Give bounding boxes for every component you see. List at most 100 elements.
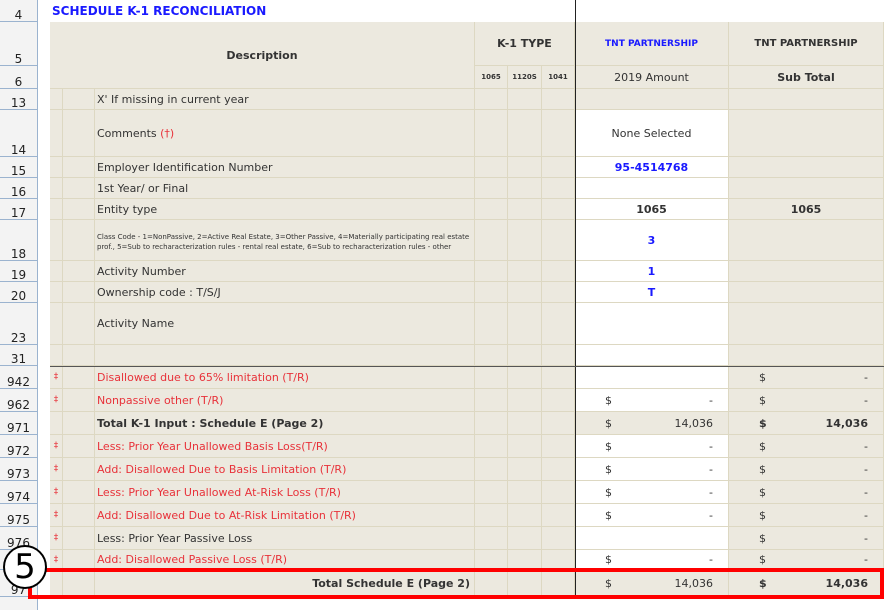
- row-number[interactable]: 15: [0, 157, 37, 178]
- amount-cell[interactable]: None Selected: [575, 110, 729, 157]
- k1-1120s-cell[interactable]: [508, 220, 542, 261]
- k1-1065-cell[interactable]: [475, 261, 508, 282]
- k1-1041-cell[interactable]: [542, 435, 575, 458]
- k1-1065-cell[interactable]: [475, 220, 508, 261]
- row-number[interactable]: 18: [0, 220, 37, 261]
- blank-cell[interactable]: [63, 458, 95, 481]
- k1-1065-cell[interactable]: [475, 199, 508, 220]
- amount-cell[interactable]: 1065: [575, 199, 729, 220]
- k1-1120s-cell[interactable]: [508, 458, 542, 481]
- k1-1120s-cell[interactable]: [508, 435, 542, 458]
- blank-cell[interactable]: [63, 435, 95, 458]
- k1-1041-cell[interactable]: [542, 527, 575, 550]
- amount-cell[interactable]: 3: [575, 220, 729, 261]
- amount-cell[interactable]: [575, 345, 729, 366]
- k1-1120s-cell[interactable]: [508, 157, 542, 178]
- amount-cell[interactable]: [575, 527, 729, 550]
- k1-1041-cell[interactable]: [542, 481, 575, 504]
- k1-1041-cell[interactable]: [542, 110, 575, 157]
- row-number[interactable]: 20: [0, 282, 37, 303]
- row-number[interactable]: 16: [0, 178, 37, 199]
- k1-1041-cell[interactable]: [542, 199, 575, 220]
- k1-1065-cell[interactable]: [475, 527, 508, 550]
- blank-cell[interactable]: [63, 178, 95, 199]
- amount-cell[interactable]: [575, 89, 729, 110]
- k1-1041-cell[interactable]: [542, 261, 575, 282]
- blank-cell[interactable]: [63, 303, 95, 345]
- row-number[interactable]: 19: [0, 261, 37, 282]
- k1-1120s-cell[interactable]: [508, 345, 542, 366]
- row-number[interactable]: 972: [0, 435, 37, 458]
- k1-1041-cell[interactable]: [542, 458, 575, 481]
- blank-cell[interactable]: [63, 412, 95, 435]
- k1-1120s-cell[interactable]: [508, 110, 542, 157]
- row-number[interactable]: 974: [0, 481, 37, 504]
- row-number[interactable]: 975: [0, 504, 37, 527]
- blank-cell[interactable]: [63, 481, 95, 504]
- amount-cell[interactable]: $ -: [575, 435, 729, 458]
- k1-1120s-cell[interactable]: [508, 389, 542, 412]
- k1-1065-cell[interactable]: [475, 345, 508, 366]
- k1-1041-cell[interactable]: [542, 303, 575, 345]
- row-number[interactable]: 17: [0, 199, 37, 220]
- k1-1120s-cell[interactable]: [508, 199, 542, 220]
- k1-1041-cell[interactable]: [542, 157, 575, 178]
- amount-cell[interactable]: 1: [575, 261, 729, 282]
- k1-1120s-cell[interactable]: [508, 282, 542, 303]
- row-number[interactable]: 31: [0, 345, 37, 366]
- k1-1120s-cell[interactable]: [508, 481, 542, 504]
- k1-1065-cell[interactable]: [475, 389, 508, 412]
- k1-1041-cell[interactable]: [542, 504, 575, 527]
- amount-cell[interactable]: [575, 366, 729, 389]
- row-number[interactable]: 13: [0, 89, 37, 110]
- k1-1065-cell[interactable]: [475, 366, 508, 389]
- row-number[interactable]: 971: [0, 412, 37, 435]
- blank-cell[interactable]: [63, 389, 95, 412]
- k1-1065-cell[interactable]: [475, 550, 508, 570]
- blank-cell[interactable]: [63, 261, 95, 282]
- amount-cell[interactable]: $ -: [575, 389, 729, 412]
- k1-1065-cell[interactable]: [475, 435, 508, 458]
- k1-1065-cell[interactable]: [475, 504, 508, 527]
- k1-1065-cell[interactable]: [475, 282, 508, 303]
- row-number[interactable]: 14: [0, 110, 37, 157]
- row-number[interactable]: 5: [0, 22, 37, 66]
- amount-cell[interactable]: $14,036: [575, 412, 729, 435]
- blank-cell[interactable]: [63, 366, 95, 389]
- blank-cell[interactable]: [63, 504, 95, 527]
- blank-cell[interactable]: [63, 199, 95, 220]
- row-number[interactable]: 4: [0, 0, 37, 22]
- k1-1065-cell[interactable]: [475, 178, 508, 199]
- k1-1041-cell[interactable]: [542, 389, 575, 412]
- row-number[interactable]: 962: [0, 389, 37, 412]
- k1-1120s-cell[interactable]: [508, 261, 542, 282]
- k1-1120s-cell[interactable]: [508, 366, 542, 389]
- blank-cell[interactable]: [63, 157, 95, 178]
- k1-1041-cell[interactable]: [542, 178, 575, 199]
- k1-1041-cell[interactable]: [542, 366, 575, 389]
- k1-1065-cell[interactable]: [475, 110, 508, 157]
- amount-cell[interactable]: $ -: [575, 458, 729, 481]
- blank-cell[interactable]: [63, 89, 95, 110]
- k1-1041-cell[interactable]: [542, 550, 575, 570]
- k1-1041-cell[interactable]: [542, 89, 575, 110]
- row-number[interactable]: 6: [0, 66, 37, 89]
- k1-1065-cell[interactable]: [475, 481, 508, 504]
- amount-cell[interactable]: $ -: [575, 504, 729, 527]
- row-number[interactable]: 942: [0, 366, 37, 389]
- blank-cell[interactable]: [63, 527, 95, 550]
- blank-cell[interactable]: [63, 550, 95, 570]
- k1-1065-cell[interactable]: [475, 89, 508, 110]
- row-number[interactable]: 23: [0, 303, 37, 345]
- k1-1120s-cell[interactable]: [508, 412, 542, 435]
- k1-1065-cell[interactable]: [475, 412, 508, 435]
- k1-1041-cell[interactable]: [542, 345, 575, 366]
- row-number[interactable]: 973: [0, 458, 37, 481]
- k1-1120s-cell[interactable]: [508, 89, 542, 110]
- amount-cell[interactable]: [575, 303, 729, 345]
- blank-cell[interactable]: [63, 282, 95, 303]
- k1-1120s-cell[interactable]: [508, 550, 542, 570]
- k1-1120s-cell[interactable]: [508, 303, 542, 345]
- k1-1041-cell[interactable]: [542, 282, 575, 303]
- amount-cell[interactable]: $ -: [575, 481, 729, 504]
